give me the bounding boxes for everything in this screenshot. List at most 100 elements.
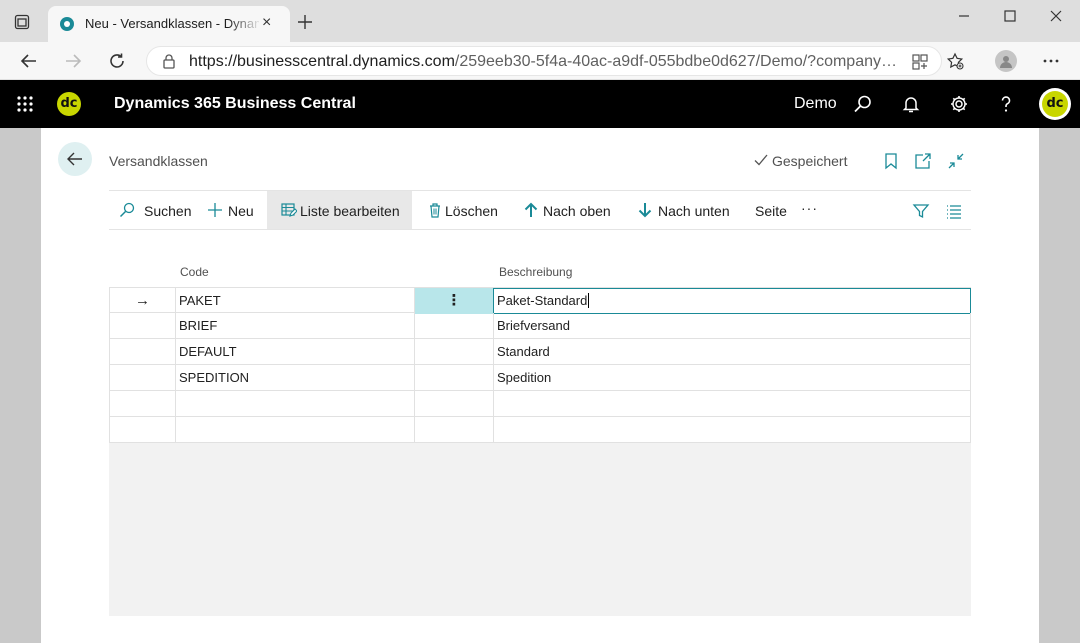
close-window-icon[interactable] [1046, 8, 1066, 24]
row-indicator-cell[interactable] [109, 339, 175, 365]
edit-list-button[interactable]: Liste bearbeiten [267, 191, 412, 229]
code-cell[interactable] [175, 391, 414, 417]
description-cell[interactable] [493, 391, 971, 417]
row-indicator-cell[interactable] [109, 391, 175, 417]
code-cell[interactable] [175, 417, 414, 443]
delete-button-label: Löschen [445, 203, 498, 219]
arrow-down-icon [638, 203, 652, 218]
move-up-button[interactable]: Nach oben [523, 191, 615, 229]
code-cell[interactable]: BRIEF [175, 313, 414, 339]
column-header-description[interactable]: Beschreibung [499, 265, 572, 279]
browser-menu-icon[interactable] [1042, 52, 1060, 70]
code-cell[interactable]: PAKET [175, 288, 414, 314]
table-row[interactable]: → PAKET ⋮ Paket-Standard [109, 287, 971, 314]
app-available-icon[interactable] [911, 53, 929, 71]
app-launcher-icon[interactable] [16, 95, 34, 113]
description-cell[interactable] [493, 417, 971, 443]
edit-list-icon [281, 203, 297, 217]
bookmark-icon[interactable] [882, 152, 900, 170]
tab-actions-icon[interactable] [14, 14, 30, 30]
user-avatar[interactable]: dc [1039, 88, 1071, 120]
table-row[interactable]: DEFAULT Standard [109, 339, 971, 365]
text-caret [588, 293, 590, 308]
list-view-icon[interactable] [945, 202, 963, 220]
trash-icon [430, 203, 440, 218]
description-cell[interactable]: Spedition [493, 365, 971, 391]
company-name[interactable]: Demo [794, 95, 837, 113]
search-button[interactable]: Suchen [119, 191, 205, 229]
page-menu-button[interactable]: Seite [755, 191, 791, 229]
url-path: /259eeb30-5f4a-40ac-a9df-055bdbe0d627/De… [454, 53, 897, 70]
table-row[interactable] [109, 417, 971, 443]
row-menu-button[interactable]: ⋮ [414, 288, 493, 314]
description-input[interactable]: Paket-Standard [493, 288, 971, 314]
description-cell[interactable]: Briefversand [493, 313, 971, 339]
new-button[interactable]: Neu [207, 191, 265, 229]
row-menu-cell[interactable] [414, 365, 493, 391]
notifications-bell-icon[interactable] [901, 94, 921, 114]
row-indicator-cell[interactable]: → [109, 288, 175, 314]
help-icon[interactable] [996, 94, 1016, 114]
company-logo: dc [57, 92, 81, 116]
new-tab-icon[interactable] [297, 14, 313, 30]
description-cell[interactable]: Standard [493, 339, 971, 365]
app-header: dc Dynamics 365 Business Central Demo dc [0, 80, 1080, 128]
lock-icon[interactable] [161, 53, 177, 69]
grid-empty-area [109, 442, 971, 616]
code-cell[interactable]: DEFAULT [175, 339, 414, 365]
current-row-arrow-icon: → [135, 292, 150, 309]
url-input[interactable]: https://businesscentral.dynamics.com/259… [146, 46, 942, 76]
row-indicator-cell[interactable] [109, 365, 175, 391]
search-icon[interactable] [853, 94, 873, 114]
minimize-icon[interactable] [954, 8, 974, 24]
row-indicator-cell[interactable] [109, 417, 175, 443]
browser-address-bar: https://businesscentral.dynamics.com/259… [0, 42, 1080, 80]
action-bar: Suchen Neu Liste bearbeiten Löschen Nach… [109, 190, 971, 230]
delete-button[interactable]: Löschen [427, 191, 507, 229]
settings-gear-icon[interactable] [949, 94, 969, 114]
edit-list-button-label: Liste bearbeiten [300, 203, 400, 219]
row-menu-cell[interactable] [414, 391, 493, 417]
checkmark-icon [754, 154, 768, 166]
page-title: Versandklassen [109, 153, 208, 169]
saved-status: Gespeichert [772, 153, 848, 169]
maximize-icon[interactable] [1000, 8, 1020, 24]
more-actions-button[interactable]: ··· [799, 191, 821, 229]
arrow-up-icon [524, 202, 538, 217]
back-button[interactable] [58, 142, 92, 176]
move-down-button[interactable]: Nach unten [637, 191, 733, 229]
tab-close-icon[interactable]: × [262, 15, 271, 31]
page-menu-label: Seite [755, 203, 787, 219]
forward-nav-icon[interactable] [64, 52, 82, 70]
move-up-button-label: Nach oben [543, 203, 611, 219]
add-favorite-icon[interactable] [946, 52, 964, 70]
row-indicator-cell[interactable] [109, 313, 175, 339]
row-menu-cell[interactable] [414, 313, 493, 339]
table-row[interactable]: SPEDITION Spedition [109, 365, 971, 391]
row-menu-cell[interactable] [414, 339, 493, 365]
collapse-icon[interactable] [947, 152, 965, 170]
filter-icon[interactable] [912, 202, 930, 220]
browser-tab-active[interactable]: Neu - Versandklassen - Dynamics 365 Busi… [48, 6, 290, 42]
table-row[interactable]: BRIEF Briefversand [109, 313, 971, 339]
back-nav-icon[interactable] [20, 52, 38, 70]
table-row[interactable] [109, 391, 971, 417]
browser-tab-strip: Neu - Versandklassen - Dynamics 365 Busi… [0, 0, 1080, 42]
new-button-label: Neu [228, 203, 254, 219]
move-down-button-label: Nach unten [658, 203, 730, 219]
row-menu-icon: ⋮ [446, 292, 462, 309]
url-text: https://businesscentral.dynamics.com/259… [189, 53, 901, 71]
search-button-label: Suchen [144, 203, 192, 219]
open-new-window-icon[interactable] [914, 152, 932, 170]
column-header-code[interactable]: Code [180, 265, 209, 279]
more-actions-icon: ··· [801, 200, 818, 216]
app-title: Dynamics 365 Business Central [114, 95, 356, 112]
business-central-favicon-icon [60, 17, 74, 31]
code-cell[interactable]: SPEDITION [175, 365, 414, 391]
tab-title-fade [228, 12, 262, 34]
browser-profile-icon[interactable] [995, 50, 1017, 72]
url-host: https://businesscentral.dynamics.com [189, 53, 455, 70]
row-menu-cell[interactable] [414, 417, 493, 443]
refresh-icon[interactable] [108, 52, 126, 70]
user-avatar-initials: dc [1042, 91, 1068, 117]
